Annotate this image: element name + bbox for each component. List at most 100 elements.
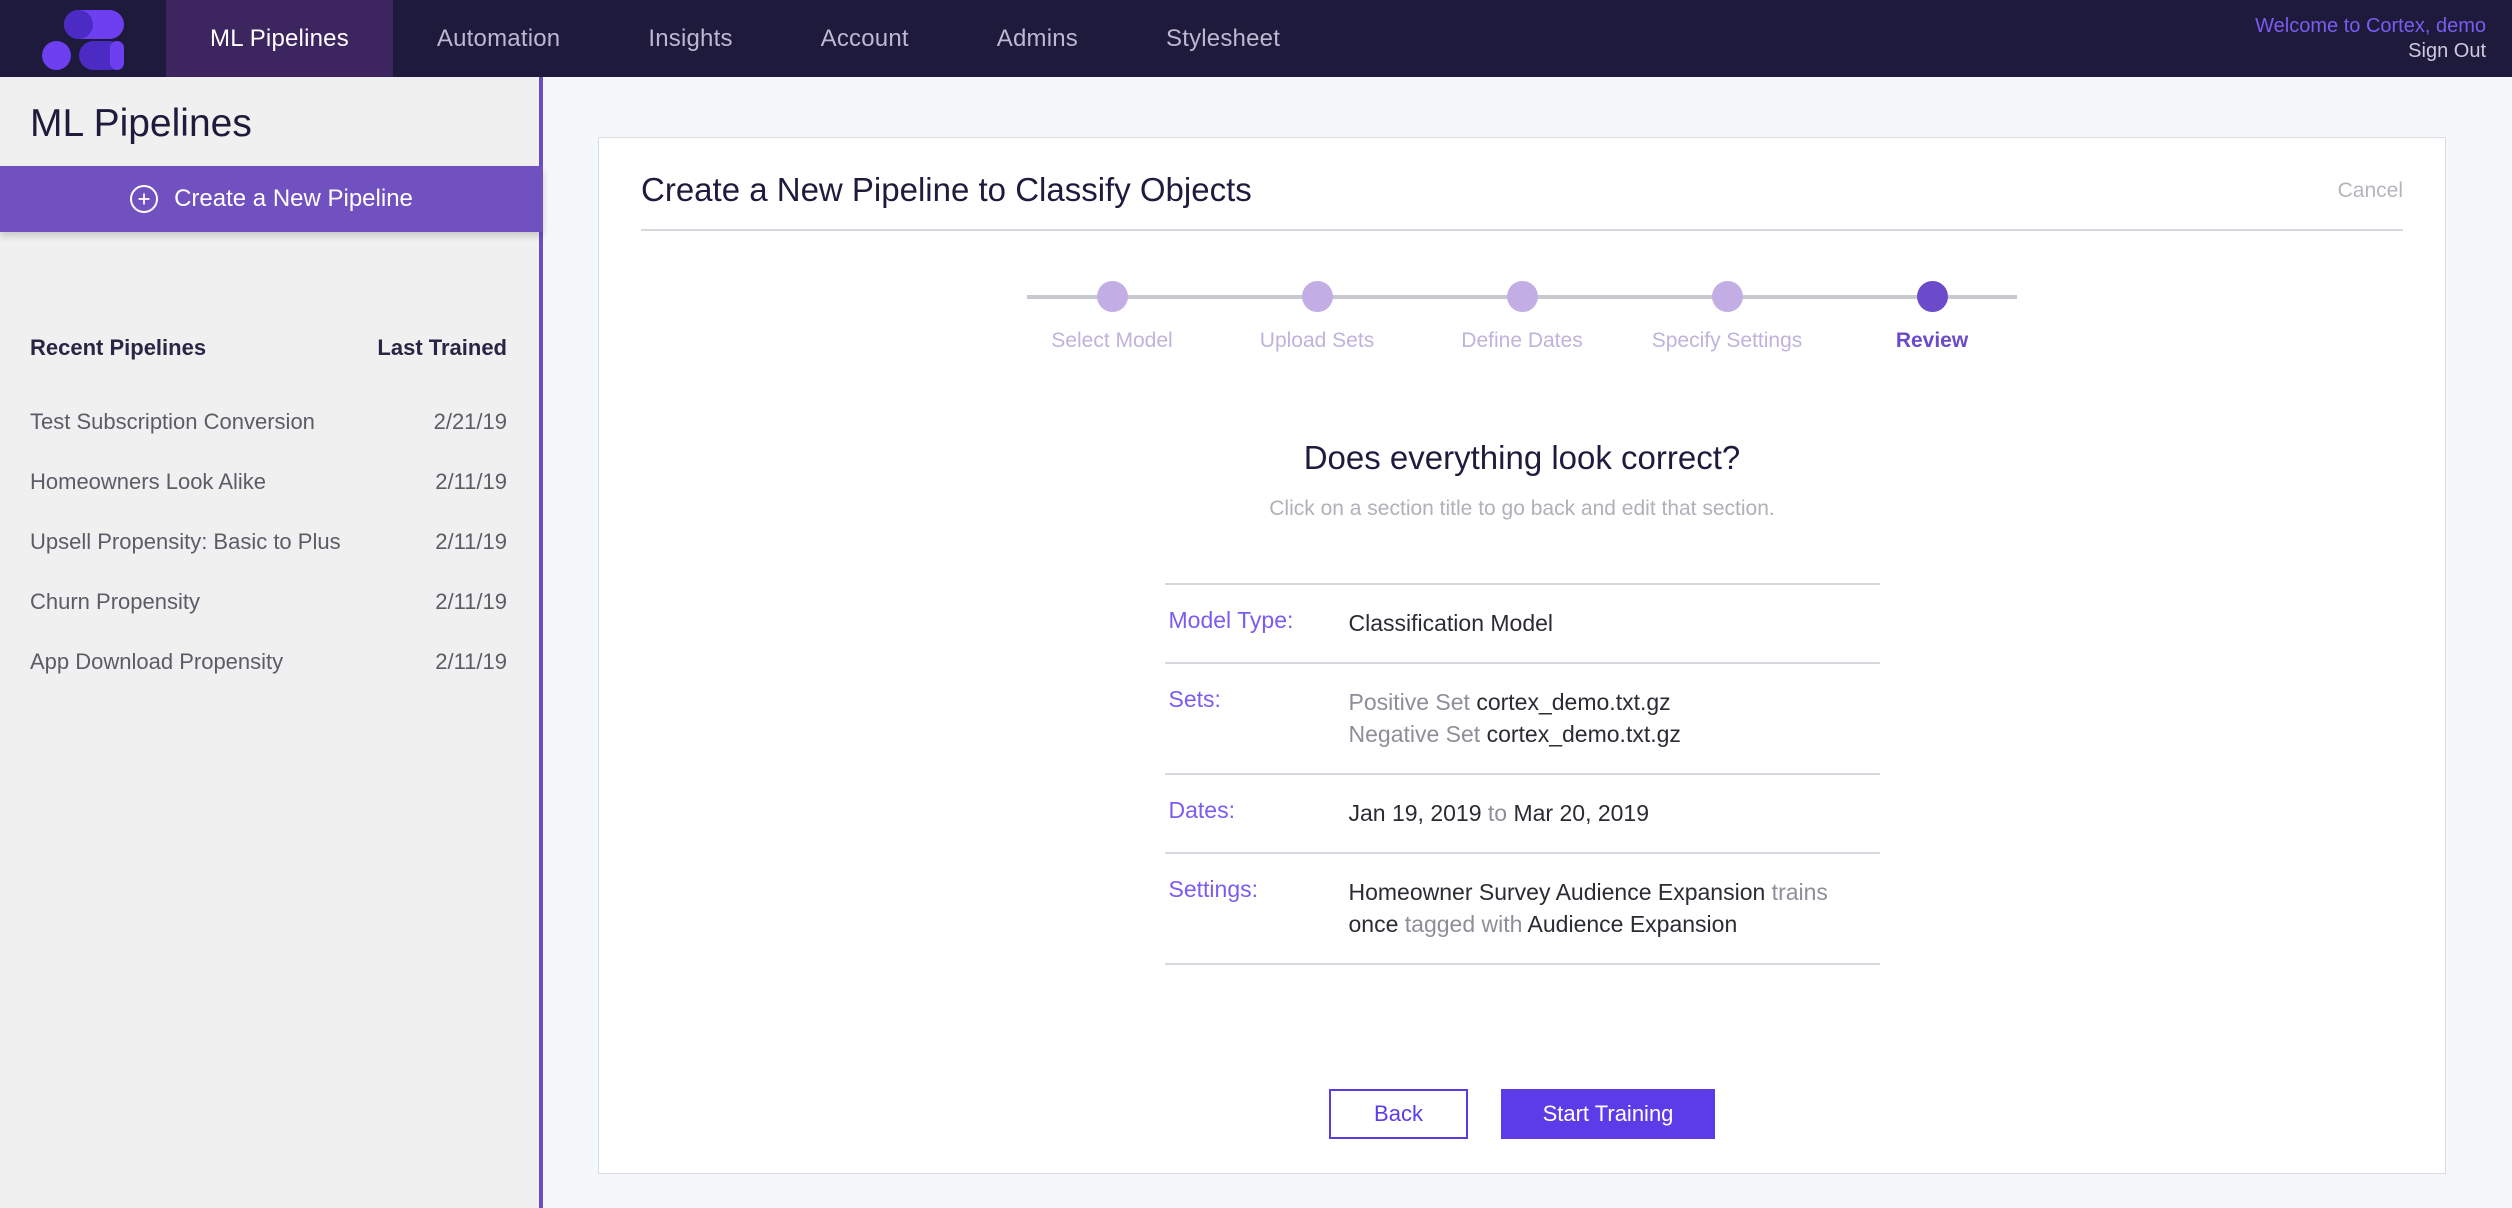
list-item[interactable]: Churn Propensity 2/11/19 [0,572,539,632]
wizard-stepper: Select Model Upload Sets Define Dates Sp… [1012,281,2032,361]
settings-trains-label: trains [1765,878,1828,905]
negative-set-file: cortex_demo.txt.gz [1486,721,1681,748]
top-navigation-bar: ML Pipelines Automation Insights Account… [0,0,2512,77]
model-type-value: Classification Model [1348,610,1554,636]
create-new-pipeline-button[interactable]: Create a New Pipeline [0,166,543,232]
list-item[interactable]: Homeowners Look Alike 2/11/19 [0,452,539,512]
table-row-settings: Settings: Homeowner Survey Audience Expa… [1164,854,1880,965]
plus-circle-icon [130,185,159,213]
sign-out-link[interactable]: Sign Out [2408,40,2486,63]
step-dot-icon [1916,281,1948,312]
row-label-settings[interactable]: Settings: [1169,876,1349,903]
settings-tag: Audience Expansion [1527,911,1738,938]
step-label: Select Model [1051,329,1173,352]
pipeline-last-trained: 2/11/19 [435,469,507,494]
back-button[interactable]: Back [1329,1088,1468,1139]
pipeline-list: Test Subscription Conversion 2/21/19 Hom… [0,392,539,692]
step-specify-settings[interactable]: Specify Settings [1627,281,1827,353]
cortex-logo-icon [42,8,124,70]
nav-item-label: Automation [436,24,561,52]
list-item[interactable]: App Download Propensity 2/11/19 [0,632,539,692]
positive-set-prefix: Positive Set [1348,688,1477,715]
row-value-settings: Homeowner Survey Audience Expansion trai… [1349,876,1880,941]
negative-set-line: Negative Set cortex_demo.txt.gz [1349,718,1681,751]
wizard-footer-buttons: Back Start Training [599,1088,2445,1139]
pipeline-list-header: Recent Pipelines Last Trained [0,335,539,361]
user-menu: Welcome to Cortex, demo Sign Out [2255,0,2486,77]
pipeline-name: Upsell Propensity: Basic to Plus [30,529,341,554]
nav-item-ml-pipelines[interactable]: ML Pipelines [166,0,393,77]
column-header-name: Recent Pipelines [30,335,207,360]
nav-item-label: Admins [996,24,1078,52]
sidebar-title: ML Pipelines [30,102,252,145]
nav-item-label: Insights [648,24,733,52]
settings-frequency: once [1348,911,1399,938]
row-label-model-type[interactable]: Model Type: [1169,607,1349,634]
list-item[interactable]: Test Subscription Conversion 2/21/19 [0,392,539,452]
start-training-button[interactable]: Start Training [1501,1088,1715,1139]
nav-item-insights[interactable]: Insights [604,0,776,77]
date-start: Jan 19, 2019 [1348,799,1482,826]
negative-set-prefix: Negative Set [1348,721,1487,748]
logo-shape-5 [110,40,124,70]
pipeline-name: Churn Propensity [30,589,200,614]
nav-item-admins[interactable]: Admins [953,0,1122,77]
step-dot-icon [1096,281,1128,312]
pipeline-name: App Download Propensity [30,649,284,674]
pipeline-last-trained: 2/11/19 [435,589,507,614]
date-end: Mar 20, 2019 [1513,799,1650,826]
step-label: Specify Settings [1651,329,1803,352]
row-label-dates[interactable]: Dates: [1169,797,1349,824]
pipeline-name: Test Subscription Conversion [30,409,315,434]
step-select-model[interactable]: Select Model [1012,281,1212,353]
settings-name: Homeowner Survey Audience Expansion [1348,878,1766,905]
row-value-sets: Positive Set cortex_demo.txt.gz Negative… [1349,686,1681,751]
nav-item-automation[interactable]: Automation [393,0,604,77]
step-label: Review [1895,329,1969,352]
nav-item-list: ML Pipelines Automation Insights Account… [166,0,2512,77]
row-label-sets[interactable]: Sets: [1169,686,1349,713]
review-subtitle: Click on a section title to go back and … [1269,497,1775,520]
step-label: Define Dates [1461,329,1583,352]
pipeline-last-trained: 2/21/19 [433,409,507,434]
step-upload-sets[interactable]: Upload Sets [1217,281,1417,353]
column-header-last-trained: Last Trained [377,335,507,360]
logo-shape-3 [42,40,71,70]
logo-shape-2 [64,9,93,39]
settings-tagged-label: tagged with [1398,911,1528,938]
table-row-dates: Dates: Jan 19, 2019 to Mar 20, 2019 [1164,775,1880,854]
pipeline-last-trained: 2/11/19 [435,649,507,674]
sidebar: ML Pipelines Create a New Pipeline Recen… [0,77,543,1208]
header-divider [641,229,2403,231]
create-new-pipeline-label: Create a New Pipeline [174,185,413,212]
step-dot-icon [1506,281,1538,312]
table-row-model-type: Model Type: Classification Model [1164,585,1880,664]
step-define-dates[interactable]: Define Dates [1422,281,1622,353]
nav-item-account[interactable]: Account [777,0,953,77]
positive-set-line: Positive Set cortex_demo.txt.gz [1349,686,1681,719]
list-item[interactable]: Upsell Propensity: Basic to Plus 2/11/19 [0,512,539,572]
create-pipeline-card: Create a New Pipeline to Classify Object… [598,137,2446,1174]
nav-item-label: Account [820,24,909,52]
step-label: Upload Sets [1259,329,1375,352]
nav-item-label: ML Pipelines [210,24,349,52]
pipeline-name: Homeowners Look Alike [30,469,267,494]
positive-set-file: cortex_demo.txt.gz [1476,688,1671,715]
nav-item-stylesheet[interactable]: Stylesheet [1122,0,1324,77]
cancel-button[interactable]: Cancel [2338,179,2403,203]
review-summary-table: Model Type: Classification Model Sets: P… [1164,583,1880,965]
logo-container[interactable] [0,0,166,77]
nav-item-label: Stylesheet [1166,24,1281,52]
pipeline-last-trained: 2/11/19 [435,529,507,554]
welcome-message: Welcome to Cortex, demo [2255,14,2486,37]
row-value-model-type: Classification Model [1349,607,1554,640]
row-value-dates: Jan 19, 2019 to Mar 20, 2019 [1349,797,1650,830]
review-question: Does everything look correct? [1303,439,1741,476]
card-header: Create a New Pipeline to Classify Object… [599,138,2445,209]
step-dot-icon [1711,281,1743,312]
step-review[interactable]: Review [1832,281,2032,353]
page-title: Create a New Pipeline to Classify Object… [641,171,1252,208]
review-header: Does everything look correct? Click on a… [599,439,2445,521]
date-separator: to [1481,799,1514,826]
step-dot-icon [1301,281,1333,312]
